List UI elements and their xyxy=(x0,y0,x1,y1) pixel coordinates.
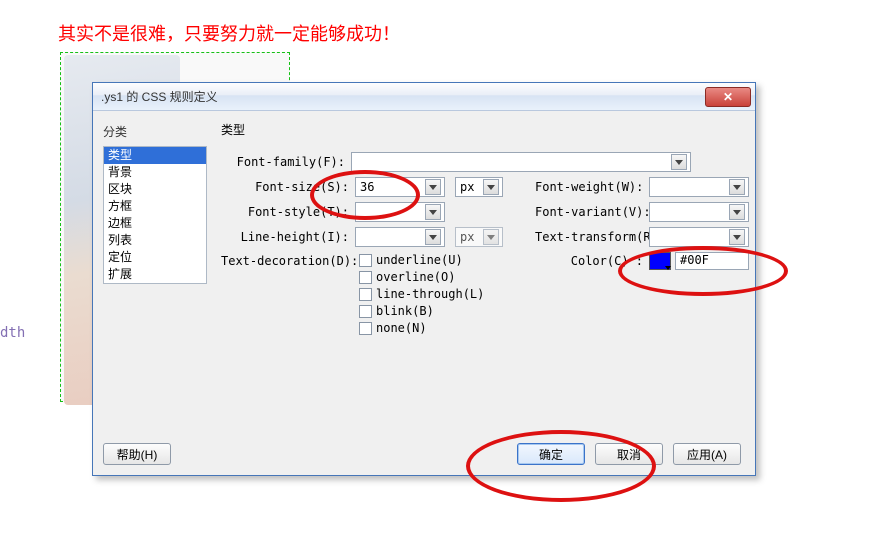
help-button[interactable]: 帮助(H) xyxy=(103,443,171,465)
deco-overline-row[interactable]: overline(O) xyxy=(355,270,531,284)
apply-button[interactable]: 应用(A) xyxy=(673,443,741,465)
cancel-button[interactable]: 取消 xyxy=(595,443,663,465)
font-variant-label: Font-variant(V): xyxy=(535,205,645,219)
line-height-label: Line-height(I): xyxy=(221,230,351,244)
chevron-down-icon[interactable] xyxy=(729,179,745,195)
font-size-label: Font-size(S): xyxy=(221,180,351,194)
deco-linethrough-label: line-through(L) xyxy=(376,287,484,301)
dialog-button-row: 帮助(H) 确定 取消 应用(A) xyxy=(103,443,741,465)
checkbox-icon[interactable] xyxy=(359,322,372,335)
background-heading: 其实不是很难，只要努力就一定能够成功！ xyxy=(58,20,400,46)
sidebar-wrapper: 分类 类型 背景 区块 方框 边框 列表 定位 扩展 xyxy=(103,121,207,423)
background-code-fragment: dth xyxy=(0,325,25,341)
text-decoration-label: Text-decoration(D): xyxy=(221,252,351,268)
font-size-unit: px xyxy=(460,180,474,194)
deco-underline-row[interactable]: underline(U) xyxy=(355,253,531,267)
line-height-unit-combo[interactable]: px xyxy=(455,227,503,247)
text-transform-label: Text-transform(R): xyxy=(535,230,645,244)
checkbox-icon[interactable] xyxy=(359,288,372,301)
font-variant-combo[interactable] xyxy=(649,202,749,222)
font-weight-label: Font-weight(W): xyxy=(535,180,645,194)
font-size-combo[interactable]: 36 xyxy=(355,177,445,197)
color-label: Color(C) : xyxy=(535,252,645,268)
deco-linethrough-row[interactable]: line-through(L) xyxy=(355,287,531,301)
font-style-label: Font-style(T): xyxy=(221,205,351,219)
deco-overline-label: overline(O) xyxy=(376,270,455,284)
text-transform-combo[interactable] xyxy=(649,227,749,247)
checkbox-icon[interactable] xyxy=(359,305,372,318)
checkbox-icon[interactable] xyxy=(359,254,372,267)
sidebar-item-background[interactable]: 背景 xyxy=(104,164,206,181)
dialog-title: .ys1 的 CSS 规则定义 xyxy=(101,88,705,105)
deco-none-label: none(N) xyxy=(376,321,427,335)
sidebar-item-list[interactable]: 列表 xyxy=(104,232,206,249)
deco-underline-label: underline(U) xyxy=(376,253,463,267)
chevron-down-icon[interactable] xyxy=(425,204,441,220)
font-style-combo[interactable] xyxy=(355,202,445,222)
chevron-down-icon[interactable] xyxy=(425,179,441,195)
category-sidebar[interactable]: 类型 背景 区块 方框 边框 列表 定位 扩展 xyxy=(103,146,207,284)
main-panel: 类型 Font-family(F): Font-size(S): 36 px F… xyxy=(221,121,759,423)
chevron-down-icon[interactable] xyxy=(671,154,687,170)
chevron-down-icon[interactable] xyxy=(483,179,499,195)
font-size-unit-combo[interactable]: px xyxy=(455,177,503,197)
chevron-down-icon[interactable] xyxy=(483,229,499,245)
ok-button[interactable]: 确定 xyxy=(517,443,585,465)
color-input[interactable]: #00F xyxy=(675,252,749,270)
close-button[interactable]: ✕ xyxy=(705,87,751,107)
chevron-down-icon[interactable] xyxy=(729,204,745,220)
deco-none-row[interactable]: none(N) xyxy=(355,321,531,335)
deco-blink-row[interactable]: blink(B) xyxy=(355,304,531,318)
line-height-combo[interactable] xyxy=(355,227,445,247)
sidebar-item-border[interactable]: 边框 xyxy=(104,215,206,232)
font-size-value: 36 xyxy=(360,180,374,194)
checkbox-icon[interactable] xyxy=(359,271,372,284)
sidebar-item-box[interactable]: 方框 xyxy=(104,198,206,215)
sidebar-item-position[interactable]: 定位 xyxy=(104,249,206,266)
chevron-down-icon[interactable] xyxy=(729,229,745,245)
line-height-unit: px xyxy=(460,230,474,244)
deco-blink-label: blink(B) xyxy=(376,304,434,318)
sidebar-item-type[interactable]: 类型 xyxy=(104,147,206,164)
dialog-titlebar[interactable]: .ys1 的 CSS 规则定义 ✕ xyxy=(93,83,755,111)
color-swatch[interactable] xyxy=(649,252,671,270)
main-panel-title: 类型 xyxy=(221,121,759,138)
font-family-label: Font-family(F): xyxy=(221,155,347,169)
sidebar-item-block[interactable]: 区块 xyxy=(104,181,206,198)
chevron-down-icon[interactable] xyxy=(425,229,441,245)
sidebar-title: 分类 xyxy=(103,121,207,144)
sidebar-item-extensions[interactable]: 扩展 xyxy=(104,266,206,283)
css-rule-dialog: .ys1 的 CSS 规则定义 ✕ 分类 类型 背景 区块 方框 边框 列表 定… xyxy=(92,82,756,476)
font-family-combo[interactable] xyxy=(351,152,691,172)
font-weight-combo[interactable] xyxy=(649,177,749,197)
